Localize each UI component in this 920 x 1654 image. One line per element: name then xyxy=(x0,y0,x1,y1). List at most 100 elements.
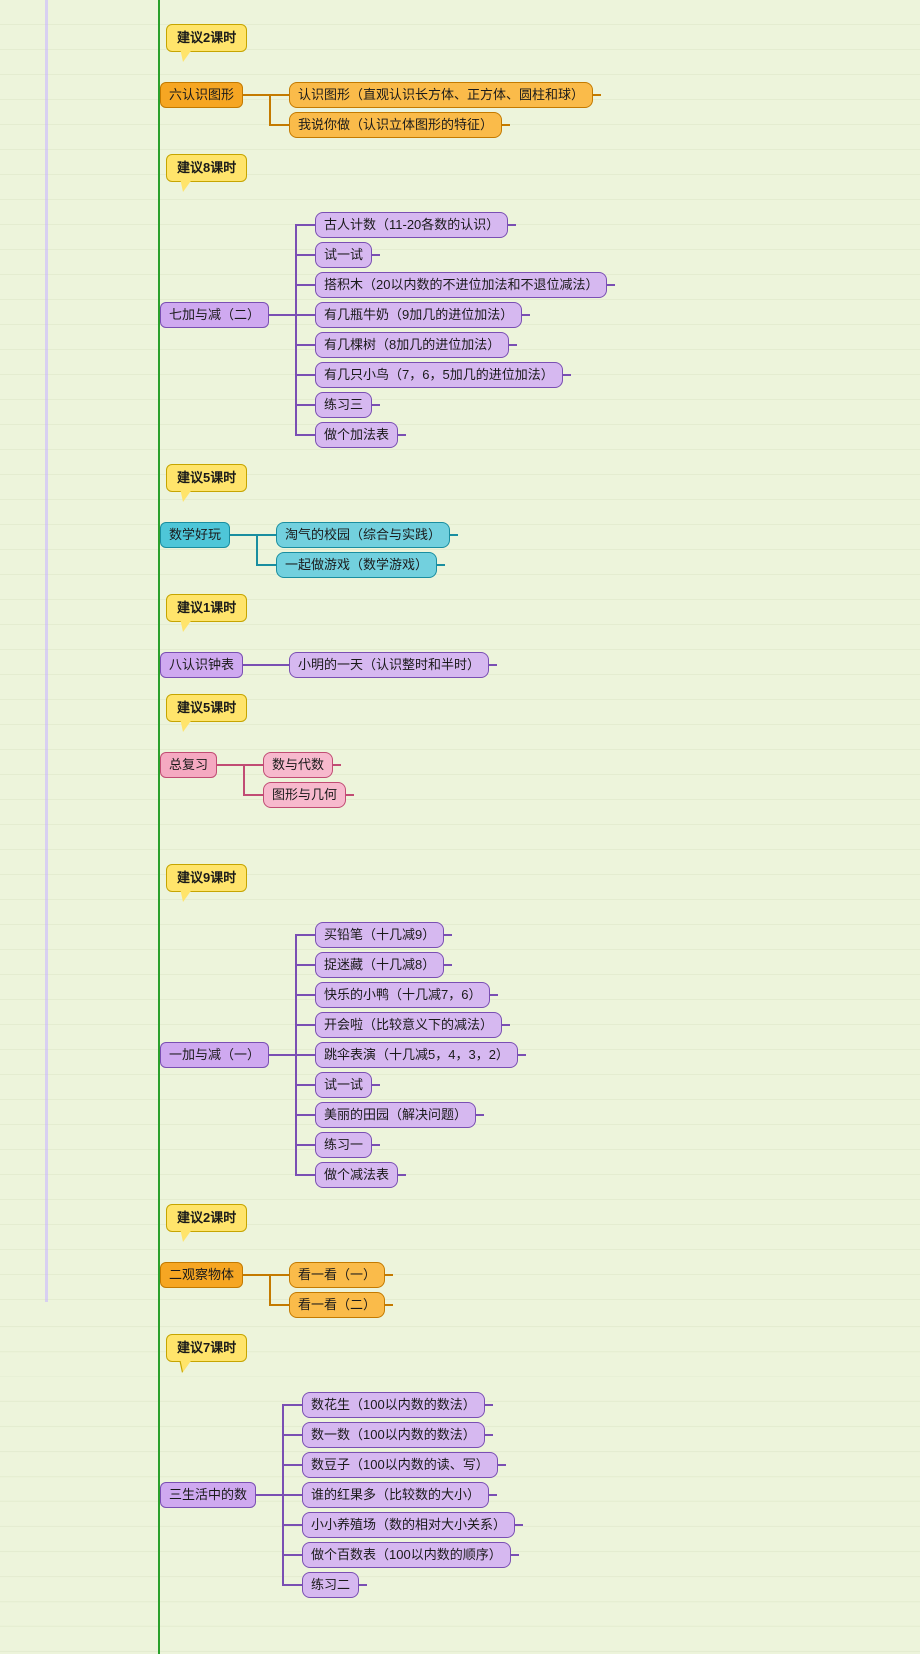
leaf-tick-s1-4 xyxy=(518,1054,526,1056)
main-s2: 二观察物体 xyxy=(160,1262,243,1288)
leaf-tick-s7-6 xyxy=(372,404,380,406)
leaf-s1-2: 快乐的小鸭（十几减7，6） xyxy=(315,982,490,1008)
leaf-sRev-1: 图形与几何 xyxy=(263,782,346,808)
main-s1: 一加与减（一） xyxy=(160,1042,269,1068)
leaf-tick-s1-3 xyxy=(502,1024,510,1026)
leaf-tick-sFun-0 xyxy=(450,534,458,536)
fork-s2 xyxy=(269,1274,271,1304)
leaf-s8-0: 小明的一天（认识整时和半时） xyxy=(289,652,489,678)
leaf-s6-1: 我说你做（认识立体图形的特征） xyxy=(289,112,502,138)
leaf-s1-6: 美丽的田园（解决问题） xyxy=(315,1102,476,1128)
leaf-tick-s2-0 xyxy=(385,1274,393,1276)
leaf-tick-s1-5 xyxy=(372,1084,380,1086)
badge-s6: 建议2课时 xyxy=(166,24,247,52)
badge-sFun: 建议5课时 xyxy=(166,464,247,492)
leaf-s3-1: 数一数（100以内数的数法） xyxy=(302,1422,485,1448)
badge-tail-sRev xyxy=(180,718,193,732)
leaf-tick-s1-0 xyxy=(444,934,452,936)
leaf-s2-1: 看一看（二） xyxy=(289,1292,385,1318)
leaf-s7-3: 有几瓶牛奶（9加几的进位加法） xyxy=(315,302,522,328)
badge-tail-s2 xyxy=(180,1228,193,1242)
main-s7: 七加与减（二） xyxy=(160,302,269,328)
main-connector-s3 xyxy=(256,1494,282,1496)
leaf-s1-8: 做个减法表 xyxy=(315,1162,398,1188)
leaf-s7-1: 试一试 xyxy=(315,242,372,268)
main-connector-s1 xyxy=(269,1054,295,1056)
leaf-s1-3: 开会啦（比较意义下的减法） xyxy=(315,1012,502,1038)
leaf-s3-0: 数花生（100以内数的数法） xyxy=(302,1392,485,1418)
spine xyxy=(158,0,160,1654)
badge-tail-s1 xyxy=(180,888,193,902)
leaf-tick-s6-1 xyxy=(502,124,510,126)
leaf-tick-s1-1 xyxy=(444,964,452,966)
leaf-tick-s1-7 xyxy=(372,1144,380,1146)
leaf-tick-s3-4 xyxy=(515,1524,523,1526)
main-s6: 六认识图形 xyxy=(160,82,243,108)
fork-sRev xyxy=(243,764,245,794)
leaf-sFun-1: 一起做游戏（数学游戏） xyxy=(276,552,437,578)
leaf-tick-s3-1 xyxy=(485,1434,493,1436)
main-connector-s7 xyxy=(269,314,295,316)
leaf-sRev-0: 数与代数 xyxy=(263,752,333,778)
badge-tail-s7 xyxy=(180,178,193,192)
leaf-tick-s1-6 xyxy=(476,1114,484,1116)
leaf-tick-s6-0 xyxy=(593,94,601,96)
leaf-tick-s3-6 xyxy=(359,1584,367,1586)
leaf-s3-2: 数豆子（100以内数的读、写） xyxy=(302,1452,498,1478)
main-s3: 三生活中的数 xyxy=(160,1482,256,1508)
leaf-s1-5: 试一试 xyxy=(315,1072,372,1098)
badge-tail-sFun xyxy=(180,488,193,502)
leaf-s3-5: 做个百数表（100以内数的顺序） xyxy=(302,1542,511,1568)
leaf-s1-7: 练习一 xyxy=(315,1132,372,1158)
badge-tail-s6 xyxy=(180,48,193,62)
leaf-sFun-0: 淘气的校园（综合与实践） xyxy=(276,522,450,548)
main-connector-s8 xyxy=(243,664,269,666)
badge-s7: 建议8课时 xyxy=(166,154,247,182)
leaf-tick-s1-2 xyxy=(490,994,498,996)
main-sRev: 总复习 xyxy=(160,752,217,778)
leaf-tick-s3-0 xyxy=(485,1404,493,1406)
leaf-s1-4: 跳伞表演（十几减5，4，3，2） xyxy=(315,1042,518,1068)
main-connector-s6 xyxy=(243,94,269,96)
leaf-s7-4: 有几棵树（8加几的进位加法） xyxy=(315,332,509,358)
leaf-tick-s2-1 xyxy=(385,1304,393,1306)
leaf-tick-s7-1 xyxy=(372,254,380,256)
badge-s3: 建议7课时 xyxy=(166,1334,247,1362)
main-s8: 八认识钟表 xyxy=(160,652,243,678)
leaf-s7-5: 有几只小鸟（7，6，5加几的进位加法） xyxy=(315,362,563,388)
leaf-s7-6: 练习三 xyxy=(315,392,372,418)
leaf-tick-s7-0 xyxy=(508,224,516,226)
badge-sRev: 建议5课时 xyxy=(166,694,247,722)
main-connector-sRev xyxy=(217,764,243,766)
leaf-tick-s3-3 xyxy=(489,1494,497,1496)
leaf-tick-sFun-1 xyxy=(437,564,445,566)
leaf-s1-0: 买铅笔（十几减9） xyxy=(315,922,444,948)
fork-s6 xyxy=(269,94,271,124)
leaf-tick-sRev-0 xyxy=(333,764,341,766)
leaf-tick-s1-8 xyxy=(398,1174,406,1176)
leaf-tick-s7-3 xyxy=(522,314,530,316)
leaf-tick-s7-4 xyxy=(509,344,517,346)
leaf-s3-6: 练习二 xyxy=(302,1572,359,1598)
leaf-tick-s7-7 xyxy=(398,434,406,436)
leaf-tick-sRev-1 xyxy=(346,794,354,796)
leaf-tick-s3-5 xyxy=(511,1554,519,1556)
badge-s1: 建议9课时 xyxy=(166,864,247,892)
leaf-s7-2: 搭积木（20以内数的不进位加法和不退位减法） xyxy=(315,272,607,298)
badge-tail-s3 xyxy=(180,1358,193,1372)
leaf-s6-0: 认识图形（直观认识长方体、正方体、圆柱和球） xyxy=(289,82,593,108)
leaf-s1-1: 捉迷藏（十几减8） xyxy=(315,952,444,978)
fork-sFun xyxy=(256,534,258,564)
leaf-tick-s3-2 xyxy=(498,1464,506,1466)
leaf-s3-3: 谁的红果多（比较数的大小） xyxy=(302,1482,489,1508)
leaf-tick-s7-5 xyxy=(563,374,571,376)
main-connector-s2 xyxy=(243,1274,269,1276)
main-sFun: 数学好玩 xyxy=(160,522,230,548)
leaf-tick-s8-0 xyxy=(489,664,497,666)
badge-tail-s8 xyxy=(180,618,193,632)
leaf-tick-s7-2 xyxy=(607,284,615,286)
badge-s8: 建议1课时 xyxy=(166,594,247,622)
page-margin-bar xyxy=(45,0,48,1302)
leaf-s2-0: 看一看（一） xyxy=(289,1262,385,1288)
leaf-s3-4: 小小养殖场（数的相对大小关系） xyxy=(302,1512,515,1538)
